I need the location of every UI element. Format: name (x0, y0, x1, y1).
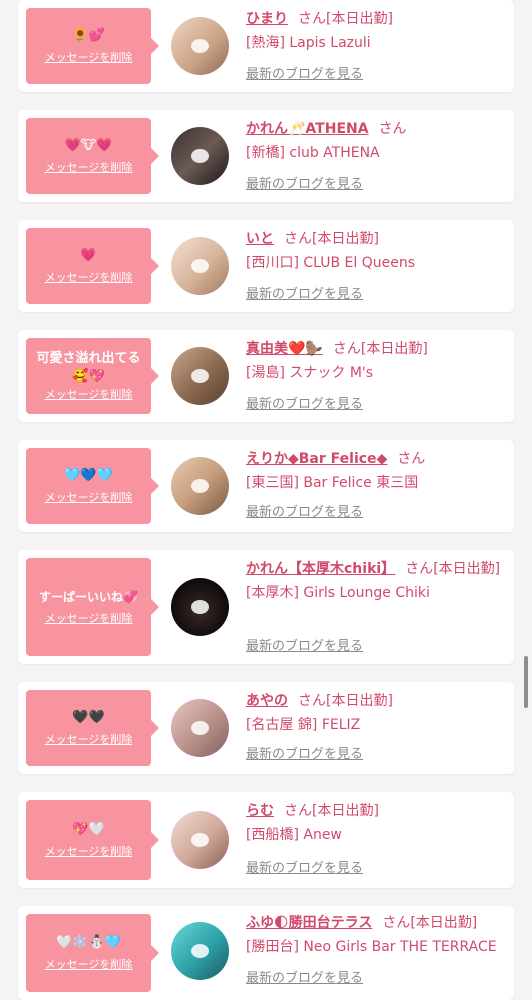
latest-blog-link[interactable]: 最新のブログを見る (246, 746, 363, 764)
cast-name-link[interactable]: 真由美❤️🦫 (246, 341, 323, 357)
cast-name-link[interactable]: かれん🥂ATHENA (246, 121, 369, 137)
delete-message-link[interactable]: メッセージを削除 (45, 958, 133, 972)
san-label: さん (332, 341, 361, 357)
cast-name-link[interactable]: えりか◆Bar Felice◆ (246, 451, 387, 467)
message-bubble: 💗 メッセージを削除 (26, 228, 159, 304)
latest-blog-link[interactable]: 最新のブログを見る (246, 286, 363, 304)
san-label: さん (284, 231, 312, 247)
entry-info: ふゆ🌓勝田台テラス さん[本日出勤] [勝田台] Neo Girls Bar TH… (246, 912, 506, 958)
attendance-status: [本日出勤] (433, 561, 501, 577)
entry-info: らむ さん[本日出勤] [西船橋] Anew (246, 800, 506, 846)
shop-name: [西川口] CLUB El Queens (246, 255, 416, 271)
latest-blog-link[interactable]: 最新のブログを見る (246, 860, 363, 878)
message-text: 🌻💕 (72, 28, 105, 43)
shop-name: [東三国] Bar Felice 東三国 (246, 475, 419, 491)
entry-info: 真由美❤️🦫 さん[本日出勤] [湯島] スナック M's (246, 338, 506, 384)
list-item: 💗 メッセージを削除 いと さん[本日出勤] [西川口] CLUB El Quee… (18, 220, 514, 312)
cast-name-link[interactable]: ふゆ🌓勝田台テラス (246, 915, 372, 931)
scrollbar[interactable] (524, 656, 528, 708)
message-bubble: 🖤🖤 メッセージを削除 (26, 690, 159, 766)
shop-name: [新橋] club ATHENA (246, 145, 380, 161)
message-bubble: 🌻💕 メッセージを削除 (26, 8, 159, 84)
entry-info: かれん🥂ATHENA さん [新橋] club ATHENA (246, 118, 506, 164)
latest-blog-link[interactable]: 最新のブログを見る (246, 176, 363, 194)
san-label: さん (298, 693, 326, 709)
message-bubble: 🤍❄️☃️🩵 メッセージを削除 (26, 914, 159, 992)
message-text: 🩵💙🩵 (64, 468, 113, 483)
delete-message-link[interactable]: メッセージを削除 (45, 161, 133, 175)
message-text: 💗🐮💗 (64, 138, 113, 153)
entry-info: かれん【本厚木chiki】 さん[本日出勤] [本厚木] Girls Lounge… (246, 558, 506, 604)
entry-info: ひまり さん[本日出勤] [熱海] Lapis Lazuli (246, 8, 506, 54)
avatar[interactable] (171, 127, 229, 185)
entry-info: いと さん[本日出勤] [西川口] CLUB El Queens (246, 228, 506, 274)
shop-name: [本厚木] Girls Lounge Chiki (246, 585, 430, 601)
latest-blog-link[interactable]: 最新のブログを見る (246, 970, 363, 988)
avatar[interactable] (171, 457, 229, 515)
attendance-status: [本日出勤] (410, 915, 478, 931)
avatar[interactable] (171, 237, 229, 295)
avatar[interactable] (171, 699, 229, 757)
attendance-status: [本日出勤] (326, 693, 393, 709)
cast-name-link[interactable]: かれん【本厚木chiki】 (246, 561, 395, 577)
message-text: すーぱーいいね💞 (39, 590, 138, 604)
delete-message-link[interactable]: メッセージを削除 (45, 733, 133, 747)
san-label: さん (382, 915, 411, 931)
message-text: 🖤🖤 (72, 710, 105, 725)
delete-message-link[interactable]: メッセージを削除 (45, 845, 133, 859)
list-item: 可愛さ溢れ出てる🥰💖 メッセージを削除 真由美❤️🦫 さん[本日出勤] [湯島] … (18, 330, 514, 422)
list-item: 🩵💙🩵 メッセージを削除 えりか◆Bar Felice◆ さん [東三国] Bar… (18, 440, 514, 532)
message-text: 可愛さ溢れ出てる🥰💖 (36, 351, 141, 384)
latest-blog-link[interactable]: 最新のブログを見る (246, 504, 363, 522)
list-item: 💖🤍 メッセージを削除 らむ さん[本日出勤] [西船橋] Anew 最新のブログ… (18, 792, 514, 888)
san-label: さん (397, 451, 426, 467)
latest-blog-link[interactable]: 最新のブログを見る (246, 638, 363, 656)
shop-name: [熱海] Lapis Lazuli (246, 35, 371, 51)
san-label: さん (284, 803, 312, 819)
shop-name: [湯島] スナック M's (246, 365, 374, 381)
latest-blog-link[interactable]: 最新のブログを見る (246, 396, 363, 414)
entry-info: あやの さん[本日出勤] [名古屋 錦] FELIZ (246, 690, 506, 736)
message-bubble: すーぱーいいね💞 メッセージを削除 (26, 558, 159, 656)
message-text: 💖🤍 (72, 822, 105, 837)
list-item: 🖤🖤 メッセージを削除 あやの さん[本日出勤] [名古屋 錦] FELIZ 最新… (18, 682, 514, 774)
san-label: さん (405, 561, 434, 577)
cast-name-link[interactable]: ひまり (246, 11, 288, 27)
entry-info: えりか◆Bar Felice◆ さん [東三国] Bar Felice 東三国 (246, 448, 506, 494)
avatar[interactable] (171, 347, 229, 405)
message-bubble: 🩵💙🩵 メッセージを削除 (26, 448, 159, 524)
list-item: 🤍❄️☃️🩵 メッセージを削除 ふゆ🌓勝田台テラス さん[本日出勤] [勝田台] … (18, 906, 514, 1000)
avatar[interactable] (171, 578, 229, 636)
message-bubble: 可愛さ溢れ出てる🥰💖 メッセージを削除 (26, 338, 159, 414)
message-bubble: 💖🤍 メッセージを削除 (26, 800, 159, 880)
attendance-status: [本日出勤] (360, 341, 428, 357)
shop-name: [勝田台] Neo Girls Bar THE TERRACE (246, 939, 497, 955)
message-text: 💗 (80, 248, 97, 263)
list-item: 💗🐮💗 メッセージを削除 かれん🥂ATHENA さん [新橋] club ATHE… (18, 110, 514, 202)
delete-message-link[interactable]: メッセージを削除 (45, 51, 133, 65)
attendance-status: [本日出勤] (312, 231, 379, 247)
shop-name: [名古屋 錦] FELIZ (246, 717, 361, 733)
delete-message-link[interactable]: メッセージを削除 (45, 491, 133, 505)
cast-name-link[interactable]: いと (246, 231, 274, 247)
list-item: すーぱーいいね💞 メッセージを削除 かれん【本厚木chiki】 さん[本日出勤] … (18, 550, 514, 664)
message-bubble: 💗🐮💗 メッセージを削除 (26, 118, 159, 194)
attendance-status: [本日出勤] (326, 11, 393, 27)
san-label: さん (298, 11, 326, 27)
message-text: 🤍❄️☃️🩵 (56, 935, 121, 950)
avatar[interactable] (171, 811, 229, 869)
attendance-status: [本日出勤] (312, 803, 379, 819)
delete-message-link[interactable]: メッセージを削除 (45, 271, 133, 285)
delete-message-link[interactable]: メッセージを削除 (45, 388, 133, 402)
cast-name-link[interactable]: あやの (246, 693, 288, 709)
shop-name: [西船橋] Anew (246, 827, 342, 843)
avatar[interactable] (171, 17, 229, 75)
cast-name-link[interactable]: らむ (246, 803, 274, 819)
list-item: 🌻💕 メッセージを削除 ひまり さん[本日出勤] [熱海] Lapis Lazul… (18, 0, 514, 92)
delete-message-link[interactable]: メッセージを削除 (45, 612, 133, 626)
latest-blog-link[interactable]: 最新のブログを見る (246, 66, 363, 84)
san-label: さん (378, 121, 407, 137)
avatar[interactable] (171, 922, 229, 980)
